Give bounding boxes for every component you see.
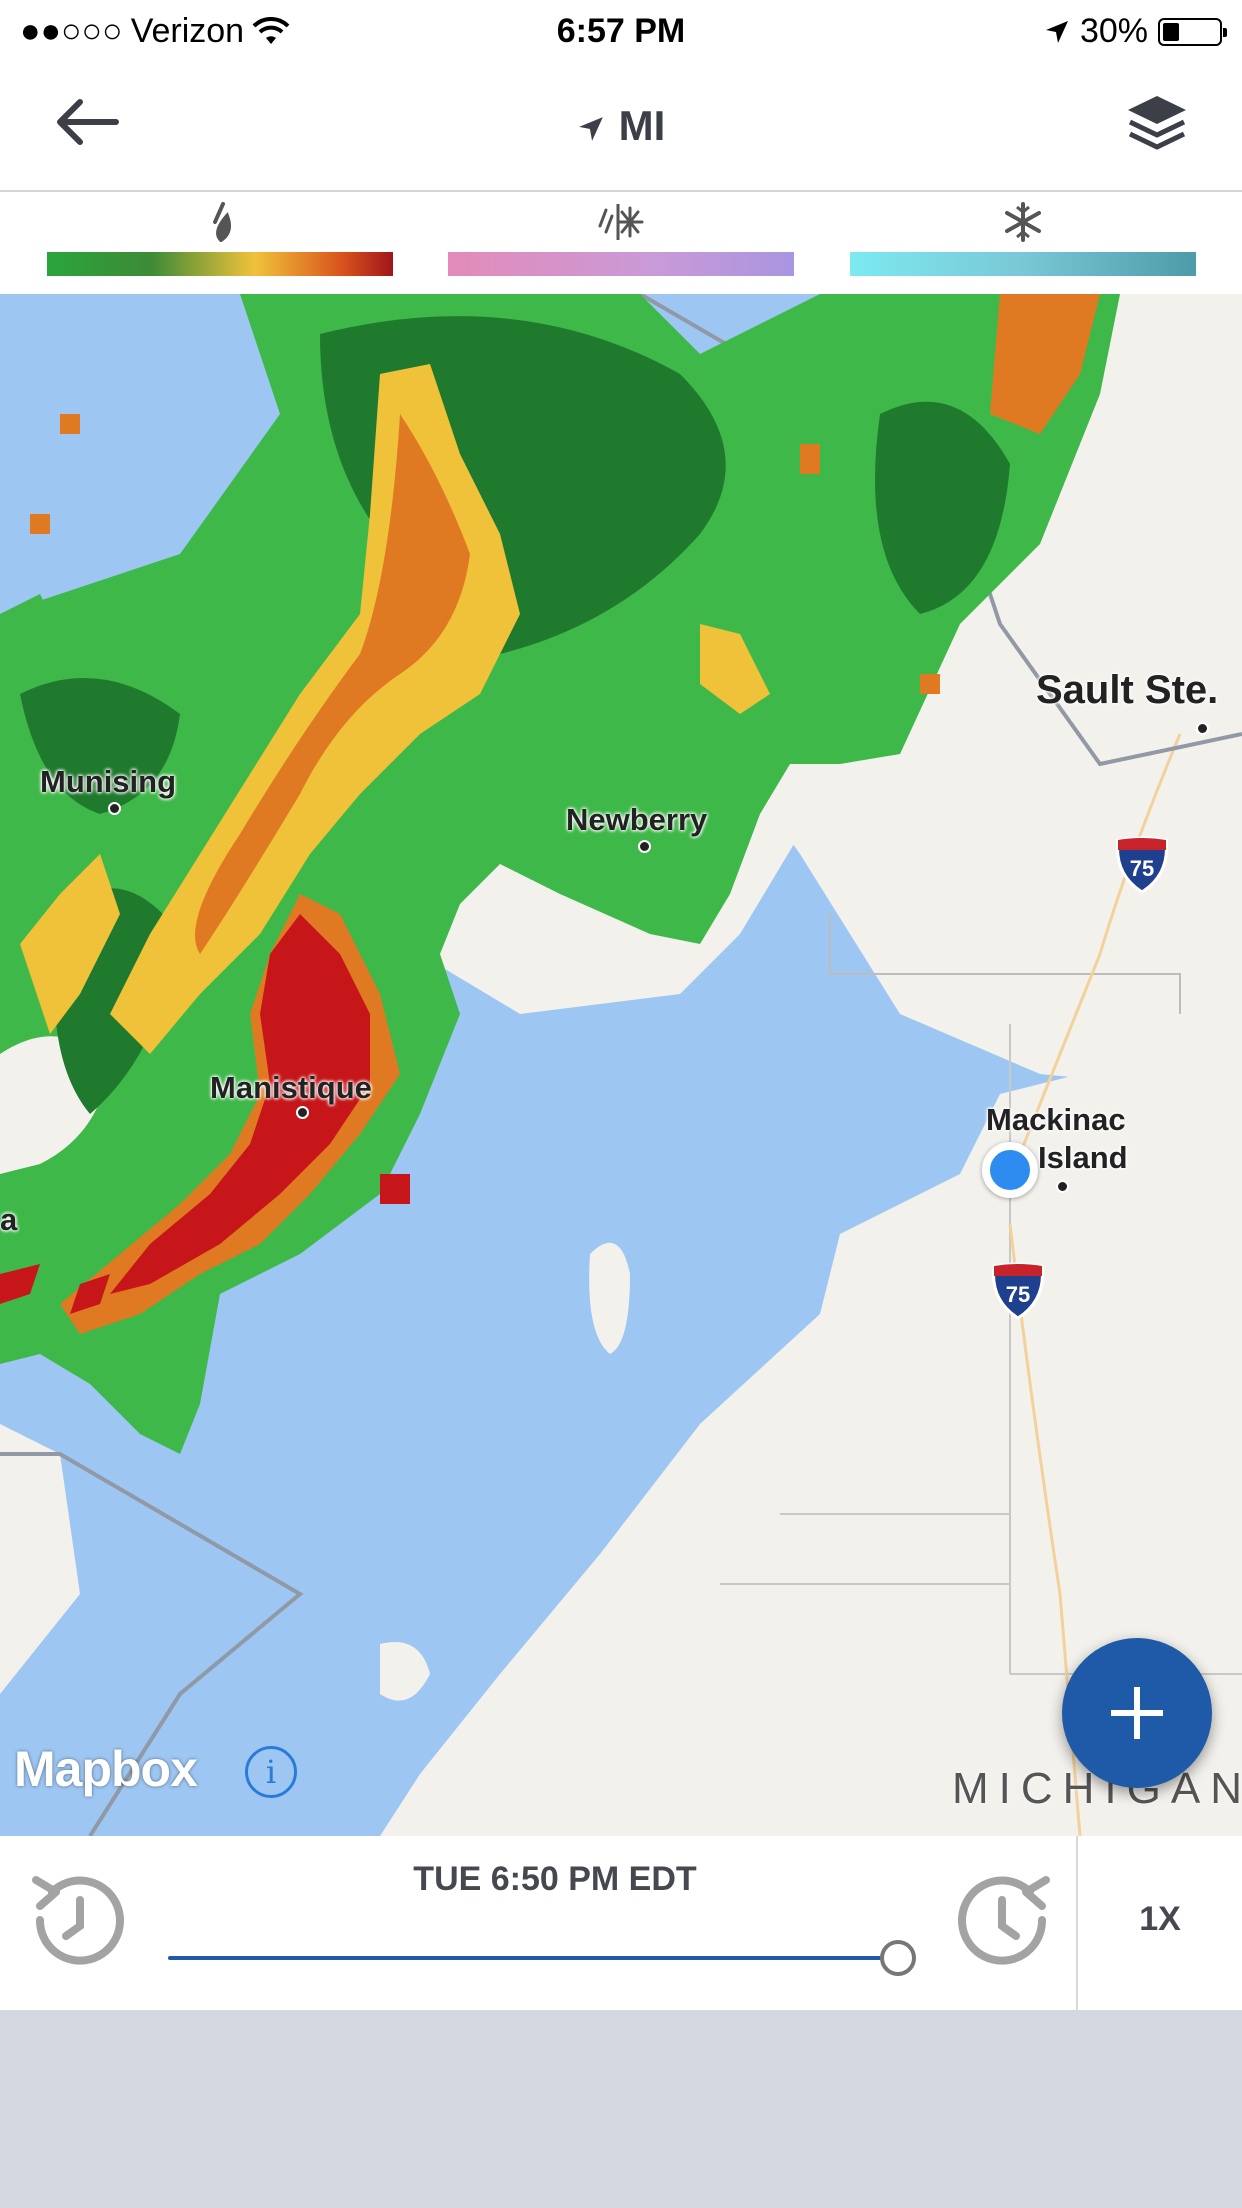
timeline-track[interactable]	[168, 1956, 898, 1960]
city-marker-sault-ste	[1196, 722, 1209, 735]
snow-color-scale	[850, 252, 1196, 276]
map-base	[0, 294, 1242, 1836]
radar-map[interactable]: Munising Newberry Sault Ste. Manistique …	[0, 294, 1242, 1836]
forward-button[interactable]	[948, 1862, 1060, 1974]
city-label-manistique: Manistique	[210, 1070, 372, 1105]
raindrop-icon	[47, 202, 393, 243]
add-button[interactable]	[1062, 1638, 1212, 1788]
layers-icon	[1128, 96, 1186, 150]
snowflake-icon	[850, 202, 1196, 242]
playback-controls: TUE 6:50 PM EDT 1X	[0, 1836, 1242, 2010]
location-name: MI	[618, 102, 666, 149]
speed-toggle[interactable]: 1X	[1078, 1900, 1242, 1939]
shield-number-1: 75	[1130, 856, 1154, 881]
city-label-edge: a	[0, 1202, 18, 1237]
location-services-icon	[1045, 20, 1068, 43]
city-label-newberry: Newberry	[566, 802, 708, 837]
forward-clock-icon	[958, 1876, 1050, 1965]
city-marker-manistique	[296, 1106, 309, 1119]
bottom-empty-area	[0, 2010, 1242, 2208]
rain-snow-mix-icon	[448, 202, 794, 242]
legend-mix	[448, 192, 794, 294]
city-label-island: Island	[1038, 1140, 1128, 1175]
rewind-button[interactable]	[22, 1862, 134, 1974]
legend-rain	[47, 192, 393, 294]
legend-snow	[850, 192, 1196, 294]
layers-button[interactable]	[1122, 90, 1192, 156]
city-label-munising: Munising	[40, 764, 177, 799]
location-arrow-icon	[578, 117, 603, 141]
page-title: MI	[0, 102, 1242, 150]
city-marker-newberry	[638, 840, 651, 853]
interstate-shield-icon: 75	[992, 1262, 1044, 1320]
current-location-marker[interactable]	[982, 1142, 1038, 1198]
city-marker-munising	[108, 802, 121, 815]
precipitation-legend	[0, 192, 1242, 294]
city-label-sault-ste: Sault Ste.	[1036, 668, 1219, 712]
rewind-clock-icon	[32, 1876, 124, 1965]
city-marker-mackinac	[1056, 1180, 1069, 1193]
header: MI	[0, 62, 1242, 192]
interstate-shield-icon: 75	[1116, 836, 1168, 894]
mix-color-scale	[448, 252, 794, 276]
status-bar: ●●○○○ Verizon 6:57 PM 30%	[0, 0, 1242, 62]
info-icon[interactable]: i	[245, 1746, 297, 1798]
city-label-mackinac: Mackinac	[986, 1102, 1126, 1137]
battery-icon	[1158, 17, 1227, 46]
shield-number-2: 75	[1006, 1282, 1030, 1307]
battery-percentage: 30%	[1079, 12, 1148, 50]
rain-color-scale	[47, 252, 393, 276]
timeline-thumb[interactable]	[880, 1940, 916, 1976]
frame-timestamp: TUE 6:50 PM EDT	[413, 1860, 697, 1898]
mapbox-logo: Mapbox	[14, 1741, 198, 1797]
